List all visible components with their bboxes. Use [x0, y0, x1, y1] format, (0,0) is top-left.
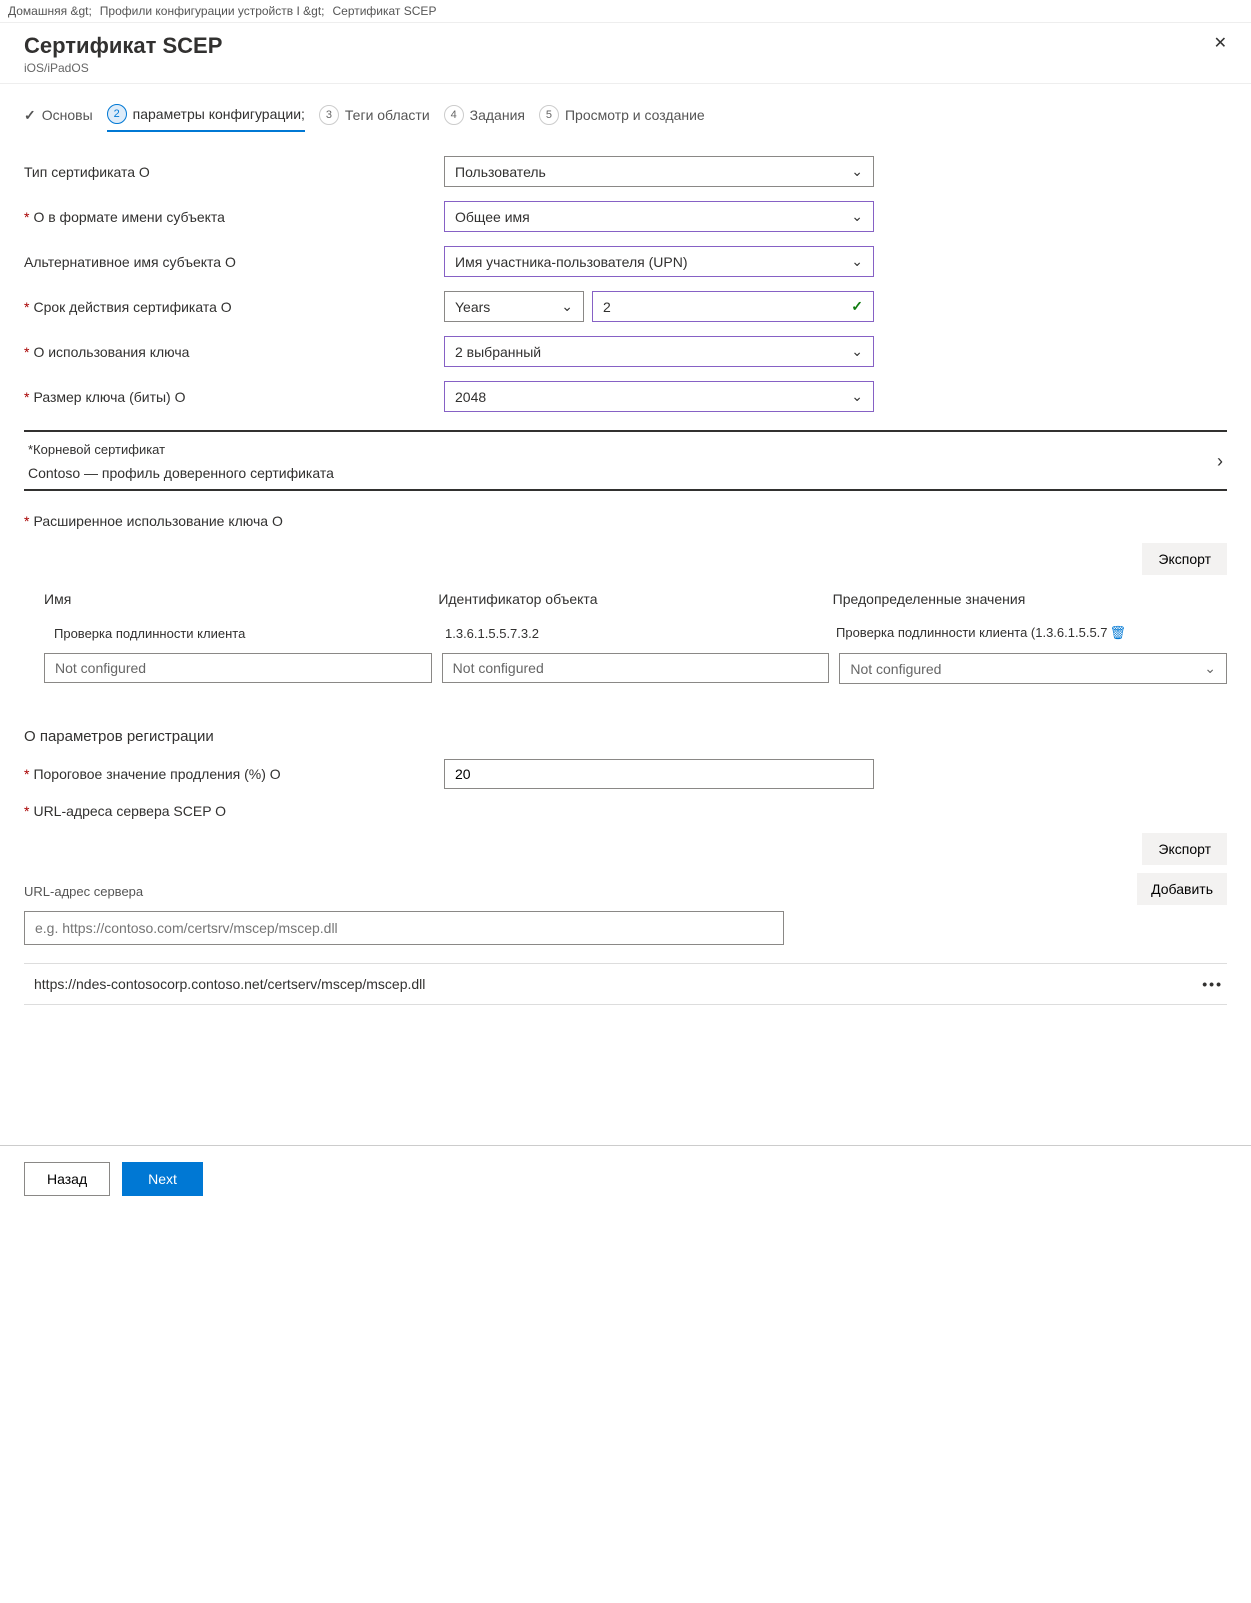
- step-number-5: 5: [539, 105, 559, 125]
- back-button[interactable]: Назад: [24, 1162, 110, 1196]
- validity-unit-select[interactable]: Years ⌄: [444, 291, 584, 322]
- page-title: Сертификат SCEP: [24, 33, 222, 59]
- next-button[interactable]: Next: [122, 1162, 203, 1196]
- key-size-select[interactable]: 2048 ⌄: [444, 381, 874, 412]
- eku-predef-select[interactable]: Not configured⌄: [839, 653, 1227, 684]
- key-usage-select[interactable]: 2 выбранный ⌄: [444, 336, 874, 367]
- page-subtitle: iOS/iPadOS: [24, 61, 222, 75]
- breadcrumb-home[interactable]: Домашняя &gt;: [8, 4, 92, 18]
- renewal-label: *Пороговое значение продления (%) О: [24, 766, 444, 782]
- eku-col-predef: Предопределенные значения: [833, 591, 1227, 607]
- chevron-down-icon: ⌄: [1204, 660, 1216, 677]
- scep-url-entry: https://ndes-contosocorp.contoso.net/cer…: [24, 963, 1227, 1005]
- export-eku-button[interactable]: Экспорт: [1142, 543, 1227, 575]
- cert-type-value: Пользователь: [455, 164, 546, 180]
- eku-row-oid: 1.3.6.1.5.5.7.3.2: [445, 626, 836, 641]
- validity-unit-value: Years: [455, 299, 490, 315]
- root-cert-value: Contoso — профиль доверенного сертификат…: [28, 465, 334, 481]
- eku-row-predef: Проверка подлинности клиента (1.3.6.1.5.…: [836, 625, 1227, 641]
- eku-table: Имя Идентификатор объекта Предопределенн…: [24, 581, 1227, 688]
- close-icon[interactable]: ✕: [1214, 33, 1227, 53]
- san-select[interactable]: Имя участника-пользователя (UPN) ⌄: [444, 246, 874, 277]
- step-number-2: 2: [107, 104, 127, 124]
- eku-col-name: Имя: [44, 591, 438, 607]
- subject-format-select[interactable]: Общее имя ⌄: [444, 201, 874, 232]
- step-number-3: 3: [319, 105, 339, 125]
- step-review[interactable]: 5 Просмотр и создание: [539, 105, 705, 131]
- eku-row-name: Проверка подлинности клиента: [54, 626, 445, 641]
- export-urls-button[interactable]: Экспорт: [1142, 833, 1227, 865]
- eku-col-oid: Идентификатор объекта: [438, 591, 832, 607]
- scep-urls-label: *URL-адреса сервера SCEP О: [24, 803, 444, 819]
- eku-oid-input[interactable]: Not configured: [442, 653, 830, 683]
- chevron-right-icon: ›: [1217, 451, 1223, 472]
- check-icon: ✓: [24, 107, 36, 124]
- delete-icon[interactable]: 🗑: [1110, 625, 1127, 640]
- url-server-label: URL-адрес сервера: [24, 884, 143, 899]
- chevron-down-icon: ⌄: [851, 208, 863, 225]
- step-scope-tags-label: Теги области: [345, 107, 430, 123]
- validity-value: 2: [603, 299, 611, 315]
- root-cert-row[interactable]: *Корневой сертификат Contoso — профиль д…: [24, 432, 1227, 491]
- breadcrumb: Домашняя &gt; Профили конфигурации устро…: [0, 0, 1251, 23]
- chevron-down-icon: ⌄: [851, 343, 863, 360]
- key-size-label: *Размер ключа (биты) О: [24, 389, 444, 405]
- wizard-steps: ✓ Основы 2 параметры конфигурации; 3 Тег…: [24, 104, 1227, 132]
- cert-type-label: Тип сертификата О: [24, 164, 444, 180]
- key-size-value: 2048: [455, 389, 486, 405]
- scep-url-input[interactable]: [24, 911, 784, 945]
- breadcrumb-profiles[interactable]: Профили конфигурации устройств I &gt;: [100, 4, 325, 18]
- key-usage-value: 2 выбранный: [455, 344, 541, 360]
- add-url-button[interactable]: Добавить: [1137, 873, 1227, 905]
- san-label: Альтернативное имя субъекта О: [24, 254, 444, 270]
- step-config-label: параметры конфигурации;: [133, 106, 305, 122]
- step-basics-label: Основы: [42, 107, 93, 123]
- more-icon[interactable]: •••: [1202, 976, 1223, 992]
- wizard-footer: Назад Next: [0, 1145, 1251, 1212]
- chevron-down-icon: ⌄: [851, 163, 863, 180]
- cert-type-select[interactable]: Пользователь ⌄: [444, 156, 874, 187]
- root-cert-label: *Корневой сертификат: [28, 442, 334, 457]
- step-assignments[interactable]: 4 Задания: [444, 105, 525, 131]
- step-review-label: Просмотр и создание: [565, 107, 705, 123]
- valid-check-icon: ✓: [851, 298, 863, 315]
- renewal-threshold-input[interactable]: [444, 759, 874, 789]
- subject-format-value: Общее имя: [455, 209, 530, 225]
- chevron-down-icon: ⌄: [851, 253, 863, 270]
- eku-table-row: Проверка подлинности клиента 1.3.6.1.5.5…: [24, 617, 1227, 649]
- san-value: Имя участника-пользователя (UPN): [455, 254, 688, 270]
- eku-label: *Расширенное использование ключа О: [24, 513, 444, 529]
- step-assignments-label: Задания: [470, 107, 525, 123]
- chevron-down-icon: ⌄: [561, 298, 573, 315]
- eku-name-input[interactable]: Not configured: [44, 653, 432, 683]
- enrollment-settings-title: О параметров регистрации: [24, 728, 1227, 745]
- subject-format-label: *О в формате имени субъекта: [24, 209, 444, 225]
- validity-value-input[interactable]: 2 ✓: [592, 291, 874, 322]
- step-number-4: 4: [444, 105, 464, 125]
- step-scope-tags[interactable]: 3 Теги области: [319, 105, 430, 131]
- validity-label: *Срок действия сертификата О: [24, 299, 444, 315]
- breadcrumb-cert[interactable]: Сертификат SCEP: [332, 4, 436, 18]
- scep-url-value: https://ndes-contosocorp.contoso.net/cer…: [34, 976, 425, 992]
- step-config[interactable]: 2 параметры конфигурации;: [107, 104, 305, 132]
- key-usage-label: *О использования ключа: [24, 344, 444, 360]
- page-header: Сертификат SCEP iOS/iPadOS ✕: [0, 23, 1251, 84]
- chevron-down-icon: ⌄: [851, 388, 863, 405]
- step-basics[interactable]: ✓ Основы: [24, 107, 93, 130]
